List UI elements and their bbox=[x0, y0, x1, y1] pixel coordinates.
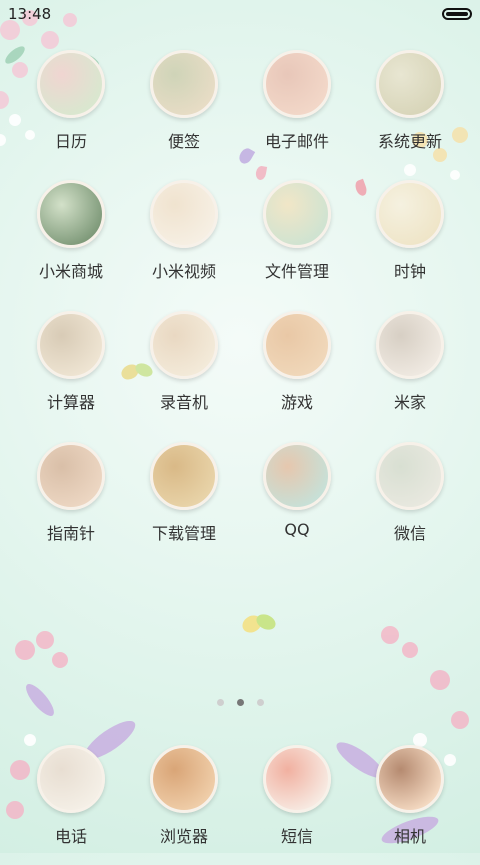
app-label: 微信 bbox=[393, 524, 426, 543]
app-games[interactable]: 游戏 bbox=[241, 311, 353, 431]
app-phone[interactable]: 电话 bbox=[15, 745, 127, 865]
compass-icon bbox=[37, 442, 105, 510]
calculator-icon bbox=[37, 311, 105, 379]
app-label: 计算器 bbox=[46, 393, 95, 412]
app-label: 浏览器 bbox=[159, 827, 208, 846]
page-dot-active bbox=[237, 699, 244, 706]
page-indicator[interactable] bbox=[0, 699, 480, 709]
app-calculator[interactable]: 计算器 bbox=[15, 311, 127, 431]
phone-icon bbox=[37, 745, 105, 813]
update-icon bbox=[376, 50, 444, 118]
notes-icon bbox=[150, 50, 218, 118]
video-icon bbox=[150, 180, 218, 248]
app-label: 指南针 bbox=[46, 524, 95, 543]
qq-icon bbox=[263, 442, 331, 510]
app-compass[interactable]: 指南针 bbox=[15, 442, 127, 562]
app-camera[interactable]: 相机 bbox=[354, 745, 466, 865]
browser-icon bbox=[150, 745, 218, 813]
app-label: 文件管理 bbox=[264, 262, 329, 281]
app-label: 相机 bbox=[393, 827, 426, 846]
app-clock[interactable]: 时钟 bbox=[354, 180, 466, 300]
clock-icon bbox=[376, 180, 444, 248]
app-calendar[interactable]: 日历 bbox=[15, 50, 127, 170]
app-mi-video[interactable]: 小米视频 bbox=[128, 180, 240, 300]
app-label: 系统更新 bbox=[377, 132, 442, 151]
game-icon bbox=[263, 311, 331, 379]
app-row: 指南针 下载管理 QQ 微信 bbox=[0, 442, 480, 572]
app-system-update[interactable]: 系统更新 bbox=[354, 50, 466, 170]
app-wechat[interactable]: 微信 bbox=[354, 442, 466, 562]
app-label: 时钟 bbox=[393, 262, 426, 281]
app-label: 小米视频 bbox=[151, 262, 216, 281]
app-label: 下载管理 bbox=[151, 524, 216, 543]
app-notes[interactable]: 便签 bbox=[128, 50, 240, 170]
app-label: 电话 bbox=[54, 827, 87, 846]
sms-icon bbox=[263, 745, 331, 813]
app-label: 日历 bbox=[54, 132, 87, 151]
app-email[interactable]: 电子邮件 bbox=[241, 50, 353, 170]
status-bar: 13:48 bbox=[0, 0, 480, 28]
app-row: 日历 便签 电子邮件 系统更新 bbox=[0, 50, 480, 180]
app-row: 计算器 录音机 游戏 米家 bbox=[0, 311, 480, 441]
battery-icon bbox=[442, 8, 472, 20]
app-file-manager[interactable]: 文件管理 bbox=[241, 180, 353, 300]
dock: 电话 浏览器 短信 相机 bbox=[0, 745, 480, 853]
app-label: 小米商城 bbox=[38, 262, 103, 281]
download-icon bbox=[150, 442, 218, 510]
app-label: 米家 bbox=[393, 393, 426, 412]
recorder-icon bbox=[150, 311, 218, 379]
app-recorder[interactable]: 录音机 bbox=[128, 311, 240, 431]
camera-icon bbox=[376, 745, 444, 813]
mihome-icon bbox=[376, 311, 444, 379]
app-label: 短信 bbox=[280, 827, 313, 846]
app-mi-home[interactable]: 米家 bbox=[354, 311, 466, 431]
status-time: 13:48 bbox=[8, 5, 52, 23]
email-icon bbox=[263, 50, 331, 118]
app-qq[interactable]: QQ bbox=[241, 442, 353, 562]
page-dot bbox=[217, 699, 224, 706]
files-icon bbox=[263, 180, 331, 248]
page-dot bbox=[257, 699, 264, 706]
app-row: 小米商城 小米视频 文件管理 时钟 bbox=[0, 180, 480, 310]
app-label: 游戏 bbox=[280, 393, 313, 412]
wechat-icon bbox=[376, 442, 444, 510]
mall-icon bbox=[37, 180, 105, 248]
butterfly-decoration bbox=[240, 610, 280, 648]
calendar-icon bbox=[37, 50, 105, 118]
app-label: 便签 bbox=[167, 132, 200, 151]
app-browser[interactable]: 浏览器 bbox=[128, 745, 240, 865]
app-label: QQ bbox=[284, 520, 310, 539]
app-label: 电子邮件 bbox=[264, 132, 329, 151]
app-messages[interactable]: 短信 bbox=[241, 745, 353, 865]
app-downloads[interactable]: 下载管理 bbox=[128, 442, 240, 562]
app-mi-mall[interactable]: 小米商城 bbox=[15, 180, 127, 300]
app-label: 录音机 bbox=[159, 393, 208, 412]
